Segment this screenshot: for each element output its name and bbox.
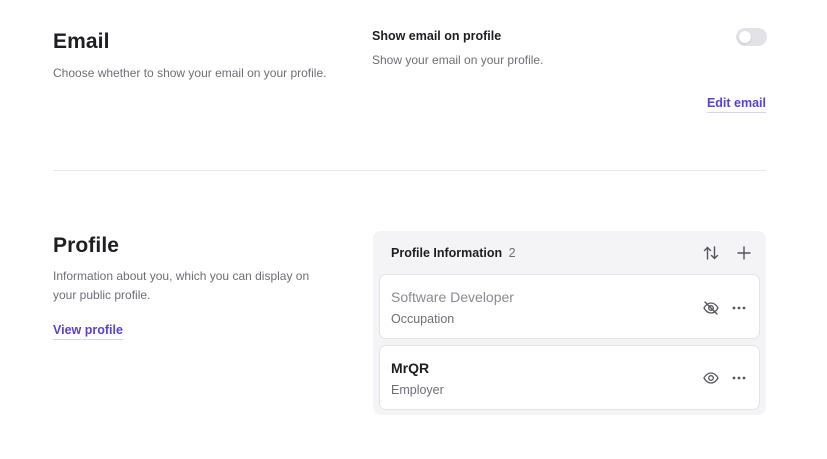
profile-item-label: Occupation — [391, 312, 455, 326]
plus-icon — [737, 246, 751, 260]
sort-icon — [703, 246, 719, 260]
toggle-knob — [739, 31, 751, 43]
profile-item-label: Employer — [391, 383, 444, 397]
more-horizontal-icon — [732, 376, 746, 380]
profile-section-title: Profile — [53, 234, 120, 257]
view-profile-link[interactable]: View profile — [53, 323, 123, 340]
eye-off-icon — [703, 301, 719, 315]
sort-button[interactable] — [699, 241, 723, 265]
show-email-toggle[interactable] — [736, 28, 767, 46]
edit-email-link[interactable]: Edit email — [706, 96, 766, 113]
profile-item-value: Software Developer — [391, 289, 514, 305]
show-email-description: Show your email on your profile. — [372, 53, 544, 67]
panel-title-text: Profile Information — [391, 246, 503, 260]
more-horizontal-icon — [732, 306, 746, 310]
panel-item-count: 2 — [508, 246, 516, 260]
section-divider — [53, 170, 766, 171]
visibility-toggle-button[interactable] — [700, 367, 722, 389]
email-section-description: Choose whether to show your email on you… — [53, 66, 327, 80]
profile-item-card[interactable]: Software Developer Occupation — [379, 274, 760, 339]
email-section-title: Email — [53, 30, 110, 53]
profile-information-panel: Profile Information 2 Software Developer… — [373, 231, 766, 415]
show-email-label: Show email on profile — [372, 29, 502, 43]
profile-item-card[interactable]: MrQR Employer — [379, 345, 760, 410]
visibility-toggle-button[interactable] — [700, 297, 722, 319]
profile-item-value: MrQR — [391, 360, 430, 376]
panel-title: Profile Information 2 — [391, 246, 516, 260]
profile-section-description-line2: your public profile. — [53, 288, 151, 302]
more-options-button[interactable] — [728, 367, 750, 389]
profile-section-description-line1: Information about you, which you can dis… — [53, 269, 310, 283]
eye-icon — [703, 372, 719, 384]
add-item-button[interactable] — [732, 241, 756, 265]
more-options-button[interactable] — [728, 297, 750, 319]
